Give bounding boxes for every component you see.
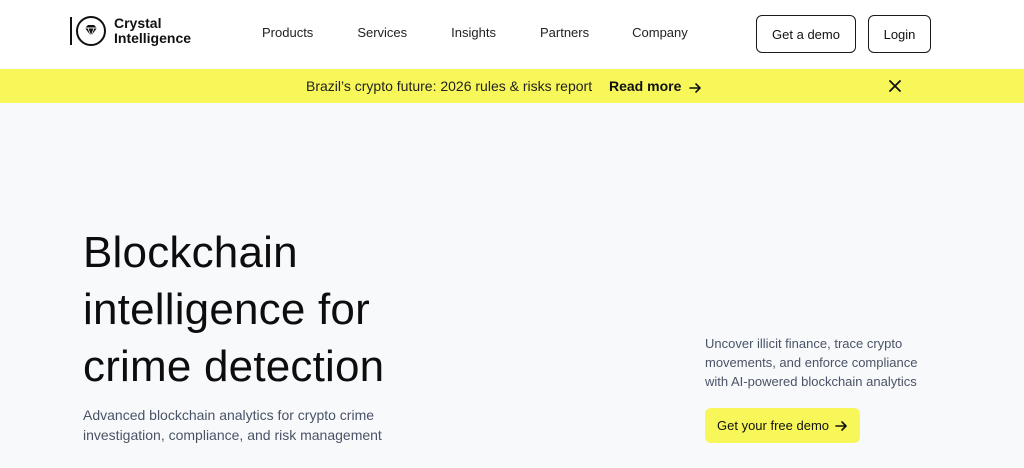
banner-link-label: Read more — [609, 78, 682, 94]
banner-read-more-link[interactable]: Read more — [609, 78, 702, 95]
hero-side-text: Uncover illicit finance, trace crypto mo… — [705, 334, 965, 391]
hero-title-line: intelligence for — [83, 285, 370, 334]
hero-subtitle: Advanced blockchain analytics for crypto… — [83, 405, 413, 445]
close-icon[interactable] — [887, 78, 903, 94]
nav-partners[interactable]: Partners — [540, 24, 589, 42]
hero-side-line: Uncover illicit finance, trace crypto — [705, 336, 903, 351]
hero-side-line: movements, and enforce compliance — [705, 355, 918, 370]
get-demo-button[interactable]: Get a demo — [756, 15, 856, 53]
arrow-right-icon — [689, 81, 702, 93]
site-header: Crystal Intelligence Products Services I… — [0, 0, 1024, 68]
hero-subtitle-line: investigation, compliance, and risk mana… — [83, 427, 382, 443]
free-demo-button[interactable]: Get your free demo — [705, 408, 860, 443]
cta-label: Get your free demo — [717, 418, 829, 433]
logo-line1: Crystal — [114, 15, 162, 31]
banner-text: Brazil’s crypto future: 2026 rules & ris… — [306, 78, 593, 94]
nav-insights[interactable]: Insights — [451, 24, 496, 42]
logo-mark-icon — [68, 15, 110, 47]
nav-company[interactable]: Company — [632, 24, 688, 42]
hero-subtitle-line: Advanced blockchain analytics for crypto… — [83, 407, 375, 423]
hero-title-line: Blockchain — [83, 228, 298, 277]
hero-side-line: with AI-powered blockchain analytics — [705, 374, 917, 389]
logo[interactable]: Crystal Intelligence — [68, 15, 191, 47]
announcement-banner: Brazil’s crypto future: 2026 rules & ris… — [0, 69, 1024, 103]
hero-title-line: crime detection — [83, 342, 385, 391]
nav-services[interactable]: Services — [357, 24, 407, 42]
logo-text: Crystal Intelligence — [114, 16, 191, 46]
arrow-right-icon — [835, 420, 848, 432]
login-button[interactable]: Login — [868, 15, 931, 53]
nav-products[interactable]: Products — [262, 24, 313, 42]
main-nav: Products Services Insights Partners Comp… — [262, 24, 688, 42]
hero-title: Blockchain intelligence for crime detect… — [83, 224, 384, 395]
logo-line2: Intelligence — [114, 30, 192, 46]
